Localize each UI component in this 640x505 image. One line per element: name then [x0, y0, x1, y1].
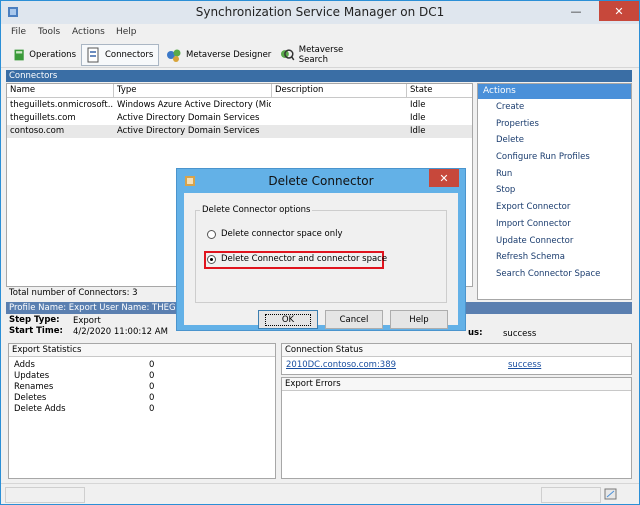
stat-value: 0 — [149, 404, 155, 414]
step-type-label: Step Type: — [9, 315, 60, 325]
metaverse-search-button[interactable]: Metaverse Search — [276, 44, 374, 66]
cell-type: Active Directory Domain Services — [117, 113, 260, 123]
column-header-name[interactable]: Name — [7, 84, 114, 98]
actions-panel: Actions Create Properties Delete Configu… — [477, 83, 632, 300]
status-pane — [5, 487, 85, 503]
metaverse-designer-label: Metaverse Designer — [186, 50, 272, 60]
menu-bar: File Tools Actions Help — [1, 25, 639, 41]
action-run[interactable]: Run — [478, 166, 631, 183]
action-create[interactable]: Create — [478, 99, 631, 116]
connection-result-link[interactable]: success — [508, 360, 541, 371]
export-errors-heading: Export Errors — [282, 378, 631, 391]
operations-icon — [14, 49, 24, 61]
status-icon — [604, 488, 617, 500]
dialog-title-bar: Delete Connector ✕ — [177, 169, 465, 192]
ok-button-label: OK — [264, 313, 312, 326]
metaverse-search-label: Metaverse Search — [298, 45, 344, 65]
cell-type: Windows Azure Active Directory (Micr... — [117, 100, 271, 110]
stat-label: Deletes — [14, 393, 47, 403]
start-time-label: Start Time: — [9, 326, 63, 336]
dialog-body: Delete Connector options Delete connecto… — [184, 193, 458, 329]
metaverse-designer-icon — [167, 49, 181, 62]
option-delete-space-only-label[interactable]: Delete connector space only — [221, 229, 343, 239]
cell-name: theguillets.com — [10, 113, 76, 123]
operations-label: Operations — [29, 50, 76, 60]
menu-tools[interactable]: Tools — [38, 27, 60, 37]
cell-state: Idle — [410, 100, 426, 110]
actions-heading: Actions — [478, 84, 631, 99]
stat-label: Updates — [14, 371, 50, 381]
cell-type: Active Directory Domain Services — [117, 126, 260, 136]
status-pane — [541, 487, 601, 503]
menu-actions[interactable]: Actions — [72, 27, 105, 37]
main-window: Synchronization Service Manager on DC1 —… — [0, 0, 640, 505]
metaverse-designer-button[interactable]: Metaverse Designer — [163, 44, 273, 66]
dialog-close-button[interactable]: ✕ — [429, 169, 459, 187]
action-search-connector-space[interactable]: Search Connector Space — [478, 266, 631, 283]
option-delete-connector-and-space-label[interactable]: Delete Connector and connector space — [221, 254, 387, 264]
status-value: success — [503, 329, 537, 339]
cell-state: Idle — [410, 126, 426, 136]
cell-state: Idle — [410, 113, 426, 123]
menu-help[interactable]: Help — [116, 27, 137, 37]
metaverse-search-icon — [280, 49, 295, 61]
connection-server-link[interactable]: 2010DC.contoso.com:389 — [286, 360, 396, 371]
window-title: Synchronization Service Manager on DC1 — [195, 5, 445, 19]
menu-file[interactable]: File — [11, 27, 26, 37]
stat-label: Renames — [14, 382, 54, 392]
action-update-connector[interactable]: Update Connector — [478, 233, 631, 250]
close-button[interactable]: ✕ — [599, 1, 639, 21]
delete-options-label: Delete Connector options — [200, 205, 313, 215]
column-header-type[interactable]: Type — [114, 84, 272, 98]
help-button[interactable]: Help — [390, 310, 448, 329]
action-configure-run-profiles[interactable]: Configure Run Profiles — [478, 149, 631, 166]
stat-label: Adds — [14, 360, 35, 370]
title-bar: Synchronization Service Manager on DC1 —… — [1, 1, 639, 24]
action-import-connector[interactable]: Import Connector — [478, 216, 631, 233]
stat-value: 0 — [149, 371, 155, 381]
stat-value: 0 — [149, 393, 155, 403]
status-label: us: — [468, 328, 483, 338]
connectors-label: Connectors — [105, 50, 154, 60]
stat-label: Delete Adds — [14, 404, 66, 414]
operations-button[interactable]: Operations — [10, 44, 76, 66]
start-time-value: 4/2/2020 11:00:12 AM — [73, 327, 168, 337]
export-statistics-panel: Export Statistics Adds 0 Updates 0 Renam… — [8, 343, 276, 479]
export-statistics-heading: Export Statistics — [9, 344, 275, 357]
cell-name: theguillets.onmicrosoft.... — [10, 100, 113, 110]
cancel-button[interactable]: Cancel — [325, 310, 383, 329]
cell-name: contoso.com — [10, 126, 65, 136]
connectors-icon — [87, 47, 99, 63]
action-export-connector[interactable]: Export Connector — [478, 199, 631, 216]
action-delete[interactable]: Delete — [478, 132, 631, 149]
step-type-value: Export — [73, 316, 101, 326]
action-properties[interactable]: Properties — [478, 116, 631, 133]
minimize-button[interactable]: — — [563, 1, 589, 21]
connection-status-panel: Connection Status 2010DC.contoso.com:389… — [281, 343, 632, 375]
connection-status-heading: Connection Status — [282, 344, 631, 357]
stat-value: 0 — [149, 382, 155, 392]
export-errors-panel: Export Errors — [281, 377, 632, 479]
status-bar — [1, 483, 639, 504]
action-refresh-schema[interactable]: Refresh Schema — [478, 249, 631, 266]
connectors-heading: Connectors — [6, 70, 632, 82]
connectors-button[interactable]: Connectors — [81, 44, 159, 66]
option-delete-space-only-radio[interactable] — [207, 230, 216, 239]
dialog-title: Delete Connector — [268, 174, 374, 188]
ok-button[interactable]: OK — [258, 310, 318, 329]
option-delete-connector-and-space-radio[interactable] — [207, 255, 216, 264]
column-header-state[interactable]: State — [407, 84, 472, 98]
column-header-description[interactable]: Description — [272, 84, 407, 98]
toolbar: Operations Connectors Metaverse Designer… — [1, 42, 639, 68]
action-stop[interactable]: Stop — [478, 182, 631, 199]
delete-connector-dialog: Delete Connector ✕ Delete Connector opti… — [176, 168, 466, 331]
stat-value: 0 — [149, 360, 155, 370]
